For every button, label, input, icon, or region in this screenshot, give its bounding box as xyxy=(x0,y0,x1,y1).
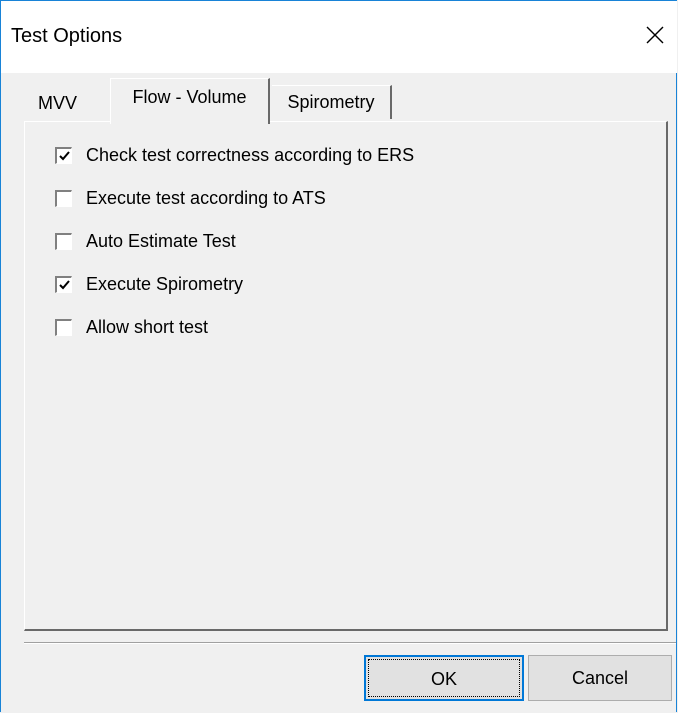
checkmark-icon xyxy=(59,279,70,289)
checkbox[interactable] xyxy=(55,275,72,293)
tab-mvv[interactable]: MVV xyxy=(30,86,85,120)
option-label: Execute Spirometry xyxy=(86,274,244,294)
cancel-button[interactable]: Cancel xyxy=(528,655,672,701)
checkbox[interactable] xyxy=(55,189,72,207)
checkbox[interactable] xyxy=(55,232,72,250)
tab-flow-volume[interactable]: Flow - Volume xyxy=(110,78,270,124)
separator xyxy=(24,642,676,644)
checkmark-icon xyxy=(59,150,70,160)
checkbox[interactable] xyxy=(55,318,72,336)
option-label: Execute test according to ATS xyxy=(86,188,326,208)
checkbox[interactable] xyxy=(55,146,72,164)
close-button[interactable] xyxy=(631,13,677,59)
option-label: Auto Estimate Test xyxy=(86,231,236,251)
option-execute-ats[interactable]: Execute test according to ATS xyxy=(55,185,326,211)
option-auto-estimate[interactable]: Auto Estimate Test xyxy=(55,228,236,254)
tab-spirometry[interactable]: Spirometry xyxy=(272,85,392,119)
close-icon xyxy=(646,26,664,44)
window-title: Test Options xyxy=(11,25,123,47)
option-execute-spirometry[interactable]: Execute Spirometry xyxy=(55,271,243,297)
option-check-correctness-ers[interactable]: Check test correctness according to ERS xyxy=(55,142,414,168)
option-label: Check test correctness according to ERS xyxy=(86,145,415,165)
option-label: Allow short test xyxy=(86,317,209,337)
option-allow-short-test[interactable]: Allow short test xyxy=(55,314,208,340)
flow-volume-tab-panel: Check test correctness according to ERS … xyxy=(24,121,668,631)
ok-button[interactable]: OK xyxy=(364,655,524,701)
title-bar[interactable]: Test Options xyxy=(1,1,677,73)
